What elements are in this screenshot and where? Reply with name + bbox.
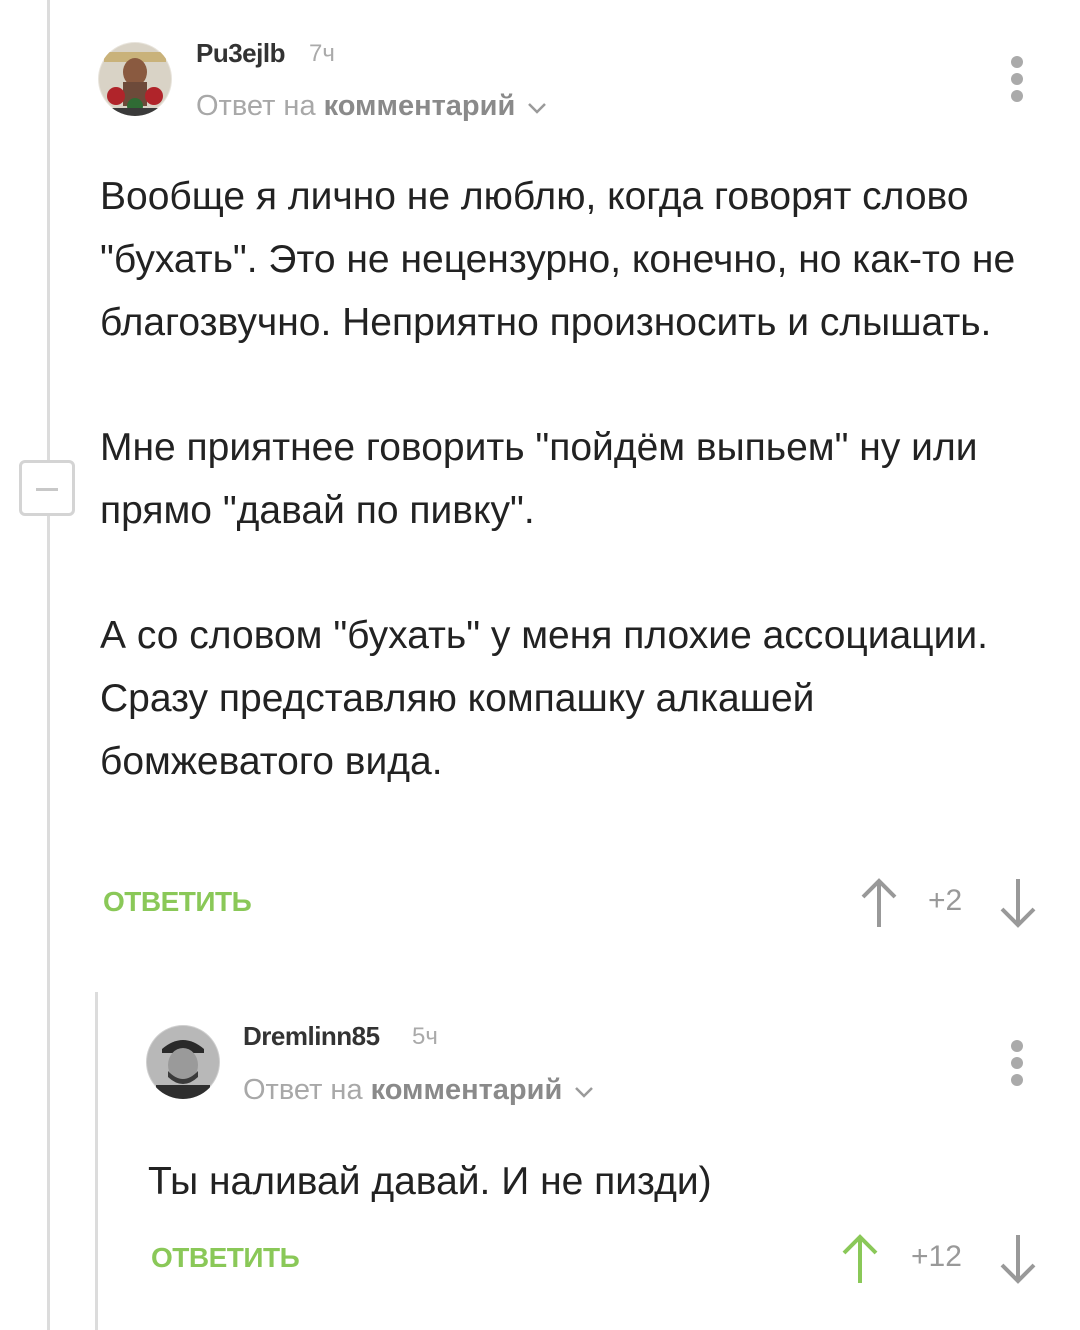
comment-author[interactable]: Dremlinn85 <box>243 1021 380 1052</box>
chevron-down-icon[interactable] <box>527 90 547 123</box>
thread-line-level-1 <box>47 0 50 1330</box>
avatar[interactable] <box>98 42 172 116</box>
reply-to-label: Ответ на <box>243 1074 363 1106</box>
arrow-up-icon[interactable] <box>859 877 899 929</box>
collapse-thread-button[interactable] <box>19 460 75 516</box>
thread-line-level-2 <box>95 992 98 1330</box>
comment-author[interactable]: Pu3ejlb <box>196 38 285 69</box>
reply-to-info[interactable]: Ответ на комментарий <box>243 1074 594 1107</box>
arrow-down-icon[interactable] <box>998 1233 1038 1285</box>
reply-to-info[interactable]: Ответ на комментарий <box>196 90 547 123</box>
reply-button[interactable]: ОТВЕТИТЬ <box>103 886 252 918</box>
comment-text: Ты наливай давай. И не пизди) <box>148 1150 1028 1213</box>
minus-icon <box>36 488 58 491</box>
arrow-down-icon[interactable] <box>998 877 1038 929</box>
more-vertical-icon[interactable] <box>1007 1040 1027 1088</box>
comment-paragraph: Ты наливай давай. И не пизди) <box>148 1160 712 1203</box>
reply-button[interactable]: ОТВЕТИТЬ <box>151 1242 300 1274</box>
comment-time: 5ч <box>412 1023 438 1050</box>
avatar[interactable] <box>146 1025 220 1099</box>
comment-paragraph: А со словом "бухать" у меня плохие ассоц… <box>100 614 988 783</box>
comment-rating: +2 <box>928 884 963 917</box>
comment-time: 7ч <box>309 40 335 67</box>
reply-to-link[interactable]: комментарий <box>324 90 516 123</box>
reply-to-label: Ответ на <box>196 90 316 122</box>
comment-text: Вообще я лично не люблю, когда говорят с… <box>100 165 1040 793</box>
more-vertical-icon[interactable] <box>1007 56 1027 104</box>
comment-paragraph: Мне приятнее говорить "пойдём выпьем" ну… <box>100 426 978 532</box>
comment-paragraph: Вообще я лично не люблю, когда говорят с… <box>100 175 1016 344</box>
chevron-down-icon[interactable] <box>574 1074 594 1107</box>
arrow-up-icon[interactable] <box>840 1233 880 1285</box>
reply-to-link[interactable]: комментарий <box>371 1074 563 1107</box>
comment-rating: +12 <box>911 1240 962 1273</box>
